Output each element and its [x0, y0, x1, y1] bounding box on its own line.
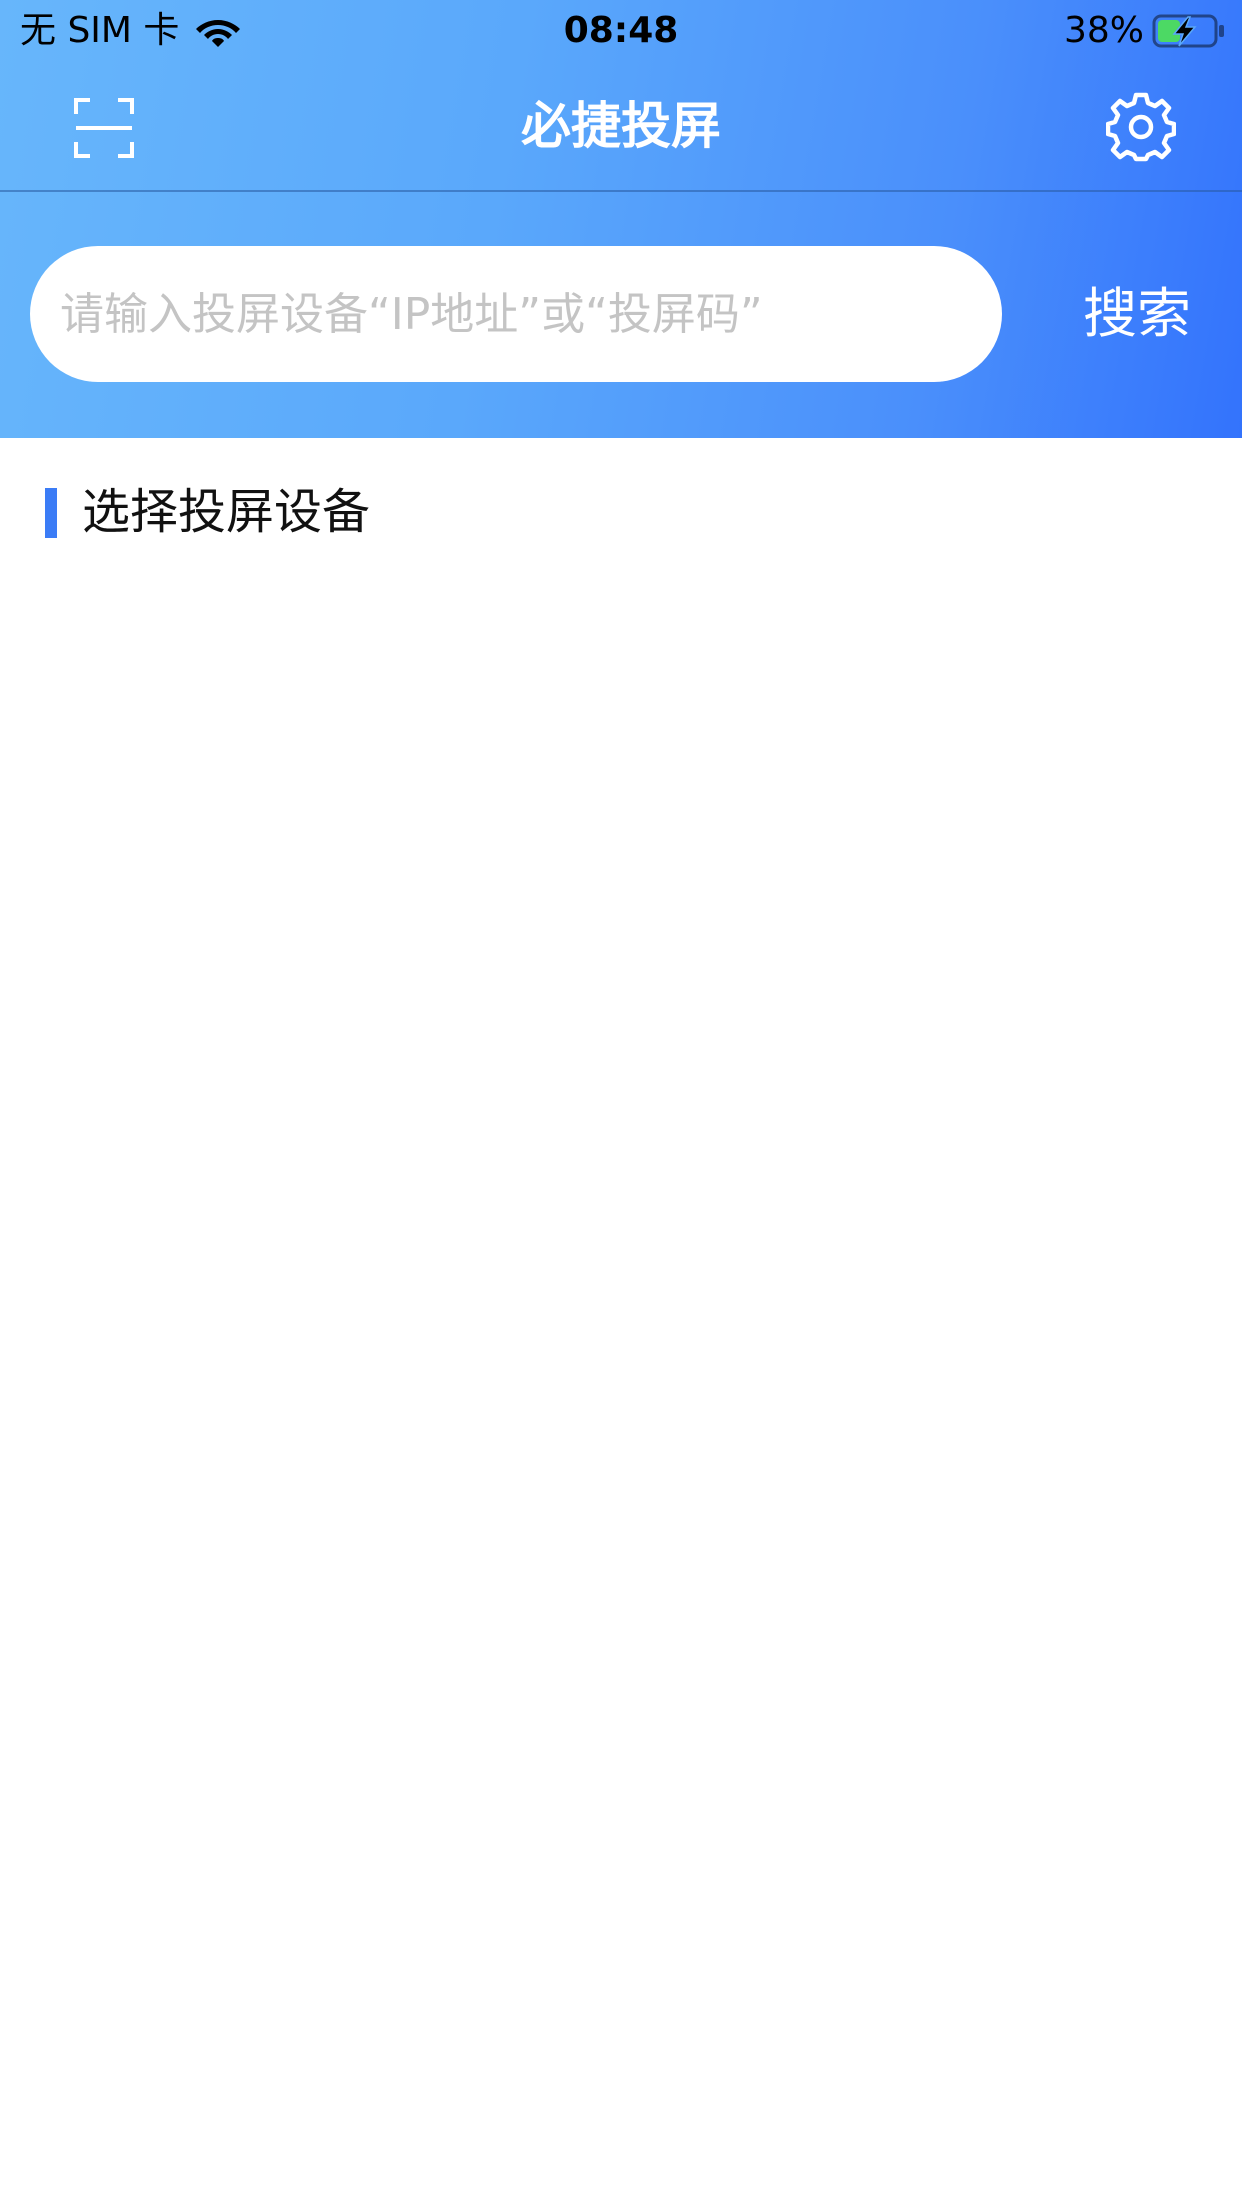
section-accent-bar [45, 488, 57, 538]
search-button[interactable]: 搜索 [1052, 266, 1222, 362]
status-bar: 无 SIM 卡 08:48 38% [0, 0, 1242, 62]
status-right: 38% [1064, 8, 1226, 54]
search-input[interactable] [30, 246, 1002, 382]
section-title: 选择投屏设备 [82, 484, 371, 540]
device-list [0, 588, 1242, 2208]
battery-charging-icon [1152, 14, 1224, 48]
page-title: 必捷投屏 [521, 97, 721, 155]
battery-percentage: 38% [1063, 10, 1144, 51]
status-time: 08:48 [563, 10, 679, 51]
scan-icon[interactable] [72, 96, 136, 160]
gear-icon[interactable] [1106, 92, 1176, 162]
app-header: 无 SIM 卡 08:48 38% 必捷投屏 请输入投屏设备“IP地址”或“投屏… [0, 0, 1242, 438]
device-section-header: 选择投屏设备 [0, 438, 1242, 588]
navigation-bar: 必捷投屏 [0, 62, 1242, 192]
